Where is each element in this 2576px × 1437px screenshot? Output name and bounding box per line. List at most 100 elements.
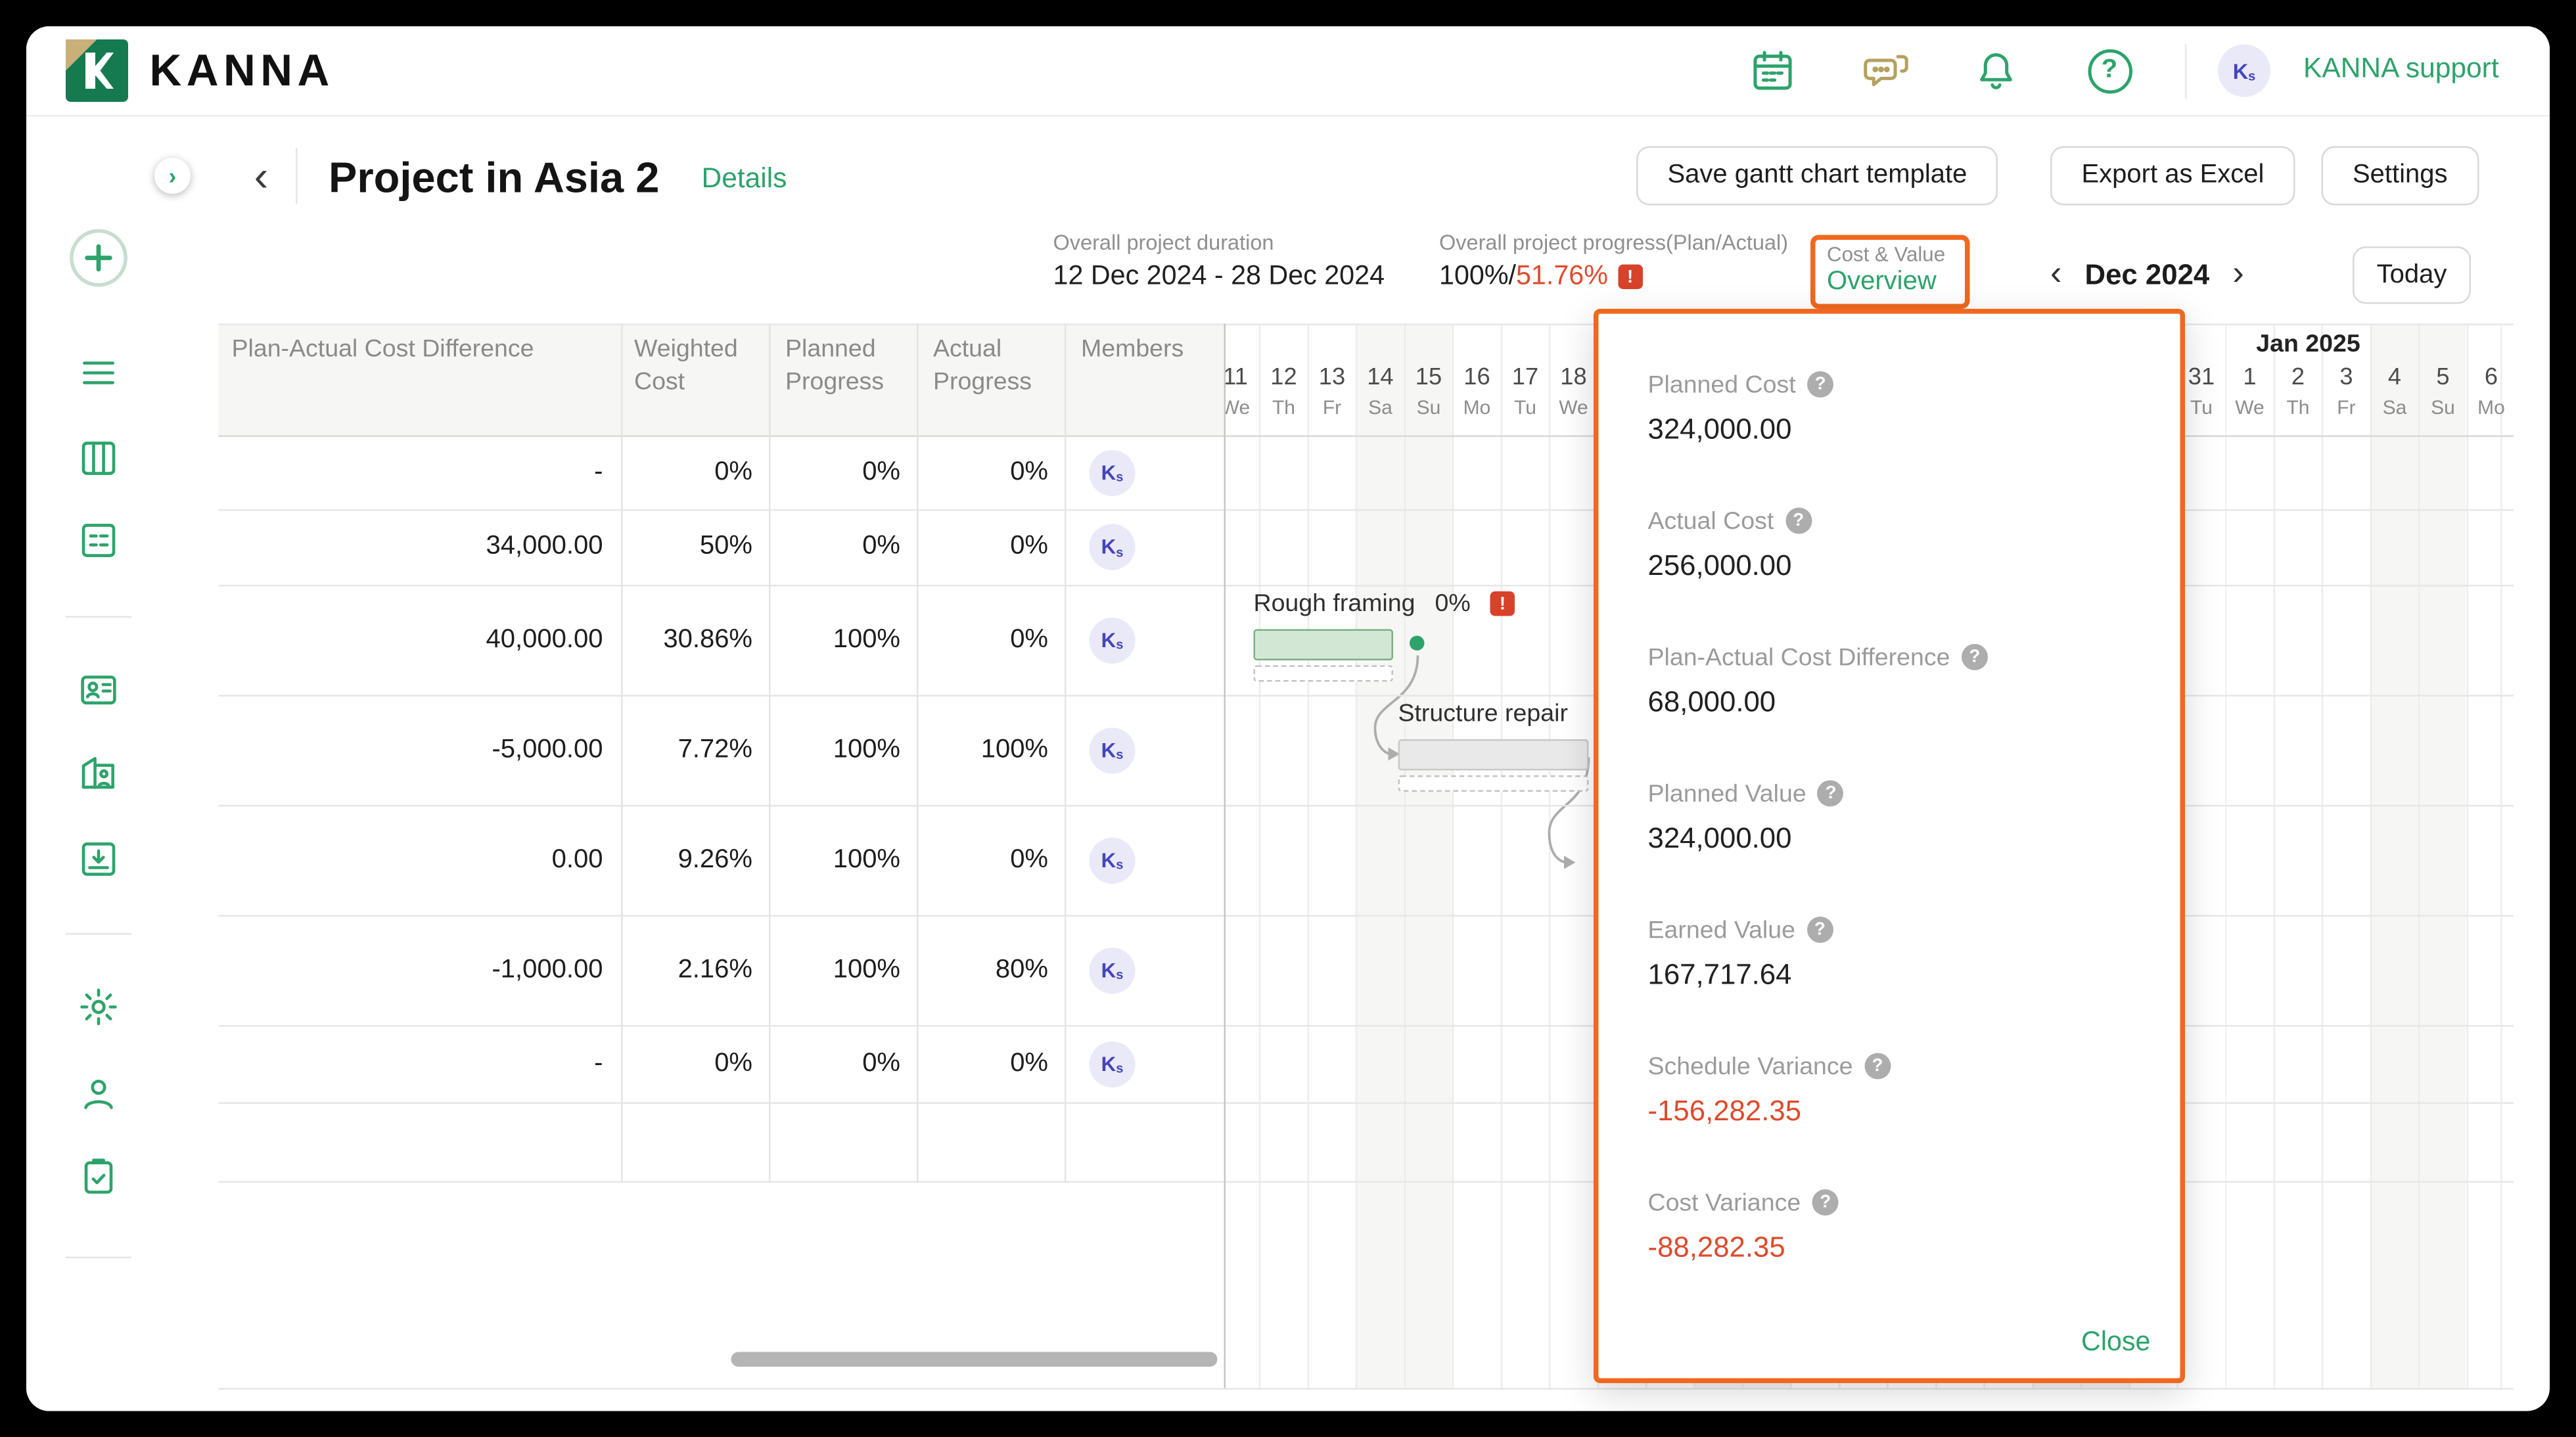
popup-item-label: Planned Value — [1648, 779, 1806, 808]
help-icon[interactable]: ? — [1785, 508, 1812, 534]
column-header-actual-progress: Actual Progress — [933, 334, 1051, 399]
sidebar-expand-button[interactable]: › — [154, 158, 191, 194]
actual-progress-cell: 0% — [917, 805, 1048, 915]
sidebar-item-inbox-icon[interactable] — [78, 838, 120, 880]
calendar-icon[interactable] — [1747, 45, 1799, 97]
app-window: KANNA ? Ks KANNA support — [26, 26, 2550, 1411]
help-icon[interactable]: ? — [2083, 45, 2136, 97]
gantt-bar-rough-framing[interactable] — [1254, 629, 1394, 661]
actual-progress-cell: 0% — [917, 436, 1048, 510]
cost-difference-cell: -1,000.00 — [219, 915, 603, 1026]
planned-progress-cell: 100% — [769, 805, 900, 915]
task-row[interactable]: - 0% 0% 0% Ks — [219, 1025, 1224, 1103]
planned-progress-cell: 0% — [769, 509, 900, 585]
add-button[interactable] — [68, 227, 130, 289]
sidebar-item-members-icon[interactable] — [78, 669, 120, 712]
next-month-button[interactable]: › — [2232, 250, 2244, 299]
divider — [2185, 45, 2187, 99]
divider — [66, 1257, 131, 1259]
popup-item: Planned Cost? 324,000.00 — [1648, 368, 2180, 449]
task-row[interactable]: 34,000.00 50% 0% 0% Ks — [219, 509, 1224, 585]
task-name: Structure repair — [1398, 700, 1568, 728]
prev-month-button[interactable]: ‹ — [2050, 250, 2062, 299]
project-progress: Overall project progress(Plan/Actual) 10… — [1439, 230, 1788, 292]
warning-icon: ! — [1490, 591, 1515, 616]
planned-period-outline — [1398, 775, 1589, 792]
weighted-cost-cell: 7.72% — [621, 695, 752, 806]
sidebar-item-columns-icon[interactable] — [78, 437, 120, 480]
task-row[interactable]: - 0% 0% 0% Ks — [219, 436, 1224, 510]
planned-progress-cell: 0% — [769, 1025, 900, 1103]
popup-item: Actual Cost? 256,000.00 — [1648, 505, 2180, 585]
member-avatar: Ks — [1090, 727, 1136, 773]
help-icon[interactable]: ? — [1806, 917, 1833, 943]
kanna-logo-icon — [66, 39, 128, 102]
popup-item: Schedule Variance? -156,282.35 — [1648, 1050, 2180, 1131]
column-header-weighted-cost: Weighted Cost — [634, 334, 752, 399]
help-icon[interactable]: ? — [1818, 781, 1844, 807]
settings-button[interactable]: Settings — [2322, 147, 2479, 206]
popup-item: Cost Variance? -88,282.35 — [1648, 1186, 2180, 1267]
help-icon[interactable]: ? — [1962, 644, 1988, 670]
sidebar-item-sites-icon[interactable] — [78, 751, 120, 794]
divider — [296, 148, 298, 204]
fixed-gantt-divider — [1224, 324, 1226, 1388]
avatar-initial-sub: s — [2248, 69, 2255, 84]
cost-difference-cell: - — [219, 436, 603, 510]
planned-period-outline — [1254, 666, 1394, 682]
user-name[interactable]: KANNA support — [2303, 53, 2499, 85]
member-avatar: Ks — [1090, 449, 1136, 495]
cost-value-highlight-annotation: Cost & Value Overview — [1810, 235, 1970, 309]
chat-icon[interactable] — [1860, 45, 1912, 97]
cost-value-overview-link[interactable]: Overview — [1827, 268, 1965, 298]
sidebar-item-tasks-icon[interactable] — [78, 1155, 120, 1198]
notification-bell-icon[interactable] — [1970, 45, 2023, 97]
current-month-label: Dec 2024 — [2085, 257, 2210, 292]
task-label-row: Rough framing 0% ! — [1254, 590, 1515, 618]
help-icon[interactable]: ? — [1812, 1189, 1839, 1216]
close-button[interactable]: Close — [2081, 1327, 2150, 1359]
help-glyph: ? — [2087, 49, 2132, 93]
planned-progress-cell: 100% — [769, 585, 900, 695]
sidebar-item-list-icon[interactable] — [78, 352, 120, 394]
project-duration: Overall project duration 12 Dec 2024 - 2… — [1053, 230, 1385, 292]
divider — [66, 616, 131, 618]
divider — [66, 933, 131, 935]
duration-label: Overall project duration — [1053, 230, 1385, 255]
back-button[interactable]: ‹ — [240, 153, 283, 199]
user-avatar[interactable]: Ks — [2218, 45, 2270, 97]
details-link[interactable]: Details — [702, 163, 787, 196]
chevron-left-icon: ‹ — [254, 150, 269, 202]
weighted-cost-cell: 30.86% — [621, 585, 752, 695]
kanna-logo[interactable]: KANNA — [66, 39, 334, 102]
planned-progress-cell: 100% — [769, 915, 900, 1026]
save-gantt-template-button[interactable]: Save gantt chart template — [1636, 147, 1998, 206]
progress-label: Overall project progress(Plan/Actual) — [1439, 230, 1788, 255]
progress-milestone-dot[interactable] — [1410, 636, 1425, 651]
help-icon[interactable]: ? — [1807, 371, 1833, 398]
planned-progress-cell: 0% — [769, 436, 900, 510]
sidebar-item-profile-icon[interactable] — [78, 1073, 120, 1116]
today-button[interactable]: Today — [2353, 246, 2471, 304]
sidebar-item-board-icon[interactable] — [78, 519, 120, 562]
column-header-cost-difference: Plan-Actual Cost Difference — [232, 334, 534, 367]
export-excel-button[interactable]: Export as Excel — [2050, 147, 2295, 206]
task-row[interactable]: -1,000.00 2.16% 100% 80% Ks — [219, 915, 1224, 1026]
gridline — [219, 1388, 2514, 1390]
actual-progress-cell: 100% — [917, 695, 1048, 806]
task-row[interactable]: 0.00 9.26% 100% 0% Ks — [219, 805, 1224, 915]
member-avatar: Ks — [1090, 524, 1136, 570]
weighted-cost-cell: 0% — [621, 436, 752, 510]
task-row[interactable]: -5,000.00 7.72% 100% 100% Ks — [219, 695, 1224, 806]
month-navigation: ‹ Dec 2024 › — [2050, 250, 2244, 299]
member-avatar: Ks — [1090, 1041, 1136, 1087]
sidebar-item-settings-icon[interactable] — [78, 986, 120, 1028]
popup-item-value: 256,000.00 — [1648, 549, 2180, 585]
horizontal-scrollbar-thumb[interactable] — [731, 1352, 1218, 1367]
cost-difference-cell: 40,000.00 — [219, 585, 603, 695]
top-navigation-bar: KANNA ? Ks KANNA support — [26, 26, 2550, 117]
task-row[interactable]: 40,000.00 30.86% 100% 0% Ks — [219, 585, 1224, 695]
help-icon[interactable]: ? — [1864, 1053, 1891, 1080]
popup-item-label: Plan-Actual Cost Difference — [1648, 643, 1950, 672]
gantt-bar-structure-repair[interactable] — [1398, 739, 1589, 771]
